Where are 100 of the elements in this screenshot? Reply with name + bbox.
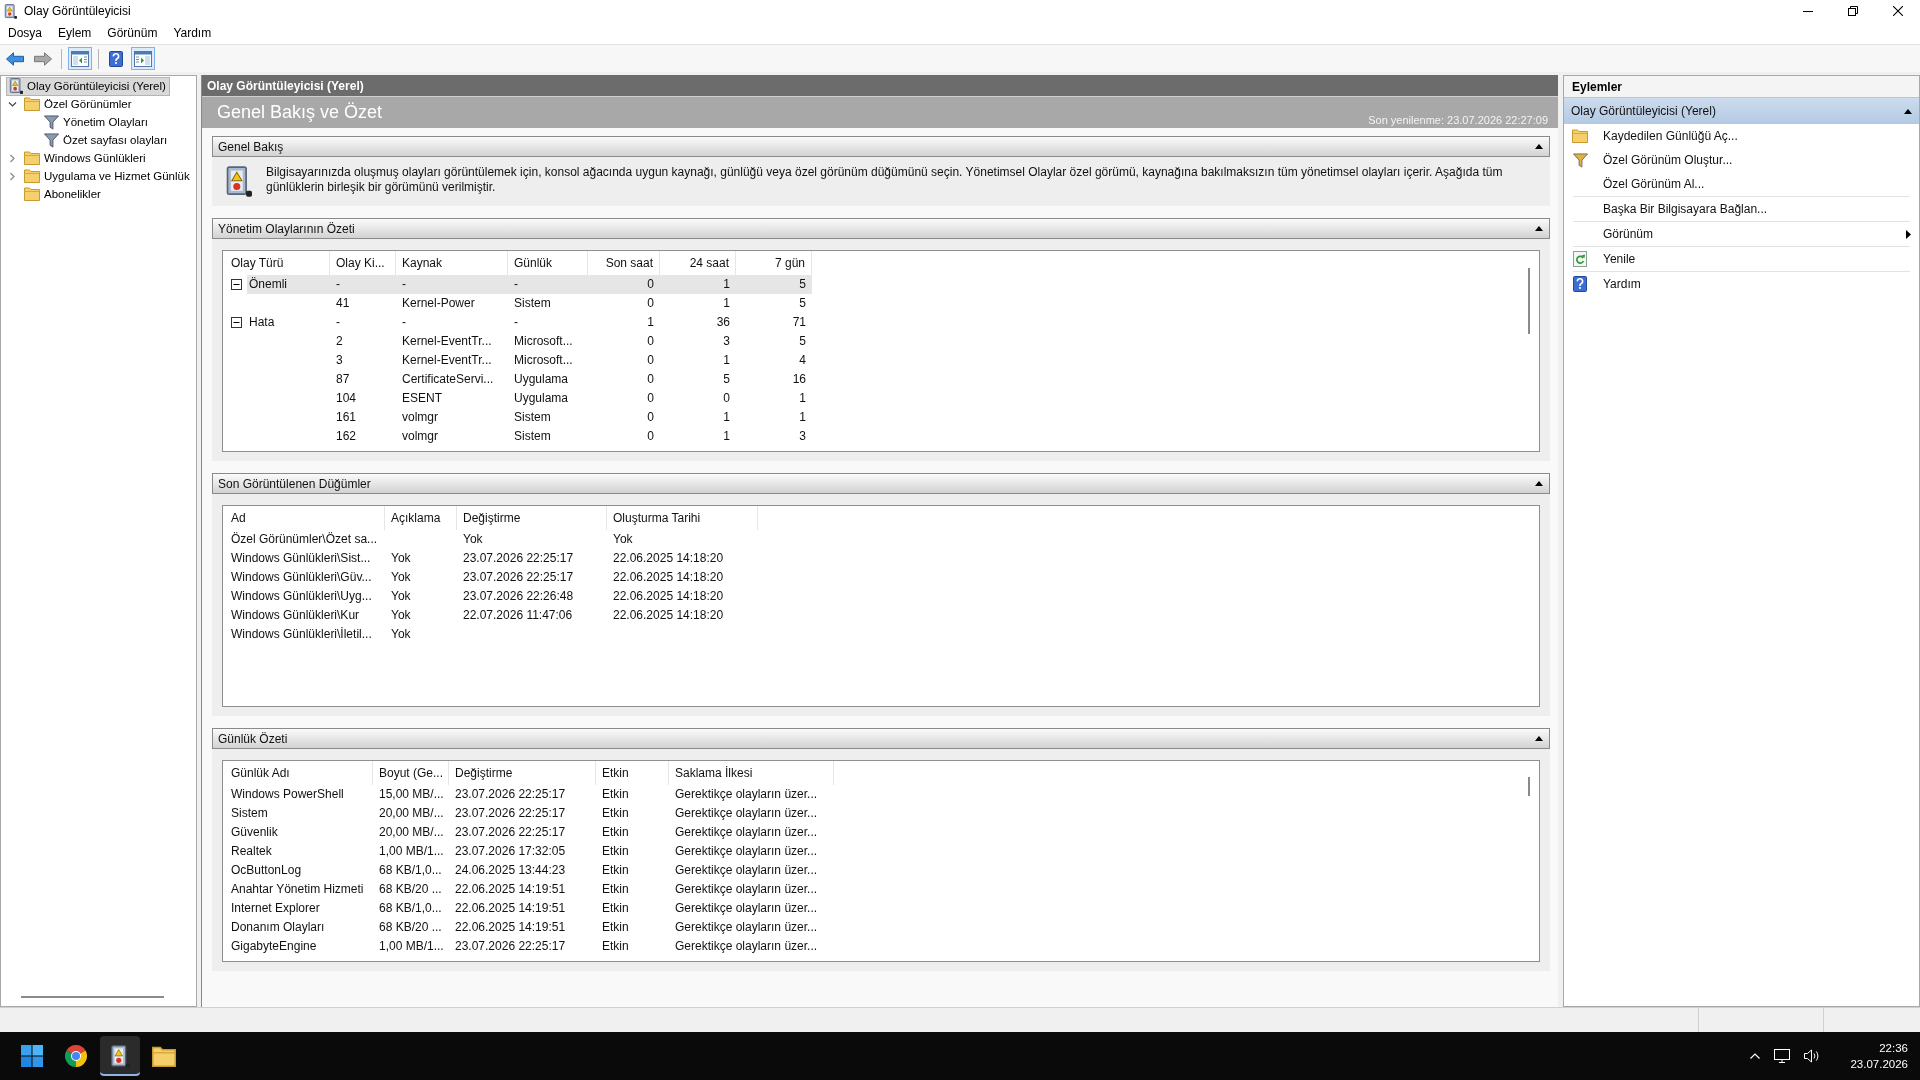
table-cell-text: 3 bbox=[722, 333, 731, 350]
table-cell-text: 0 bbox=[646, 276, 655, 293]
table-cell-text: 22.06.2025 14:19:51 bbox=[454, 900, 567, 917]
column-header[interactable]: Değiştirme bbox=[449, 761, 596, 785]
tree-item[interactable]: Uygulama ve Hizmet Günlük bbox=[21, 166, 194, 186]
tree-item[interactable]: Yönetim Olayları bbox=[41, 112, 152, 132]
table-cell-text: 1 bbox=[646, 314, 655, 331]
scrollbar[interactable] bbox=[21, 996, 164, 998]
action-item[interactable]: Özel Görünüm Oluştur... bbox=[1564, 148, 1919, 172]
table-cell-text: - bbox=[513, 276, 519, 293]
chevron-right-icon[interactable] bbox=[7, 171, 17, 181]
tree-item[interactable]: Özel Görünümler bbox=[21, 94, 136, 114]
table-cell-text: Yok bbox=[390, 550, 412, 567]
action-item[interactable]: Kaydedilen Günlüğü Aç... bbox=[1564, 124, 1919, 148]
menu-item[interactable]: Dosya bbox=[2, 23, 48, 43]
tree-item[interactable]: Windows Günlükleri bbox=[21, 148, 150, 168]
action-item[interactable]: Özel Görünüm Al... bbox=[1564, 172, 1919, 196]
table-row[interactable]: 2 Kernel-EventTr... Microsoft... 0 3 5 bbox=[247, 332, 812, 351]
table-cell-text: Gerektikçe olayların üzer... bbox=[674, 824, 819, 841]
action-group-header[interactable]: Olay Görüntüleyicisi (Yerel) bbox=[1564, 98, 1919, 124]
tree-item[interactable]: Olay Görüntüleyicisi (Yerel) bbox=[6, 76, 170, 96]
chevron-down-icon[interactable] bbox=[7, 99, 17, 109]
table-row[interactable]: Önemli - - - 0 1 5 bbox=[247, 275, 812, 294]
column-header[interactable]: Günlük Adı bbox=[225, 761, 373, 785]
caret-up-icon[interactable] bbox=[1904, 108, 1912, 114]
table-cell-text: Yok bbox=[390, 569, 412, 586]
taskbar-app[interactable] bbox=[100, 1036, 140, 1076]
chevron-up-icon[interactable] bbox=[1750, 1053, 1761, 1059]
action-pane-button[interactable] bbox=[131, 47, 155, 70]
table-cell-text: 1,00 MB/1... bbox=[378, 843, 445, 860]
minus-box-icon[interactable] bbox=[230, 279, 242, 290]
table-cell-text: volmgr bbox=[401, 409, 439, 426]
table-cell-text: 71 bbox=[791, 314, 807, 331]
table-cell-text: 20,00 MB/... bbox=[378, 805, 445, 822]
table-row[interactable]: 41 Kernel-Power Sistem 0 1 5 bbox=[247, 294, 812, 313]
action-item[interactable]: Görünüm bbox=[1564, 222, 1919, 246]
table-cell-text: 23.07.2026 22:25:17 bbox=[462, 569, 575, 586]
table-cell-text: Önemli bbox=[248, 276, 288, 293]
table-row[interactable]: 87 CertificateServi... Uygulama 0 5 16 bbox=[247, 370, 812, 389]
column-header[interactable]: Açıklama bbox=[385, 506, 457, 530]
panel-title: Eylemler bbox=[1564, 76, 1919, 98]
table-cell-text: CertificateServi... bbox=[401, 371, 495, 388]
table-cell-text: Etkin bbox=[601, 805, 630, 822]
console-tree-button[interactable] bbox=[68, 47, 92, 70]
menu-item[interactable]: Eylem bbox=[52, 23, 98, 43]
caret-up-icon[interactable] bbox=[1535, 144, 1543, 149]
action-item[interactable]: Yardım bbox=[1564, 272, 1919, 296]
table-row[interactable]: 162 volmgr Sistem 0 1 3 bbox=[247, 427, 812, 446]
column-header[interactable]: Oluşturma Tarihi bbox=[607, 506, 758, 530]
table-cell-text: Gerektikçe olayların üzer... bbox=[674, 805, 819, 822]
table-cell-text: Windows Günlükleri\İletil... bbox=[230, 626, 373, 643]
menu-item[interactable]: Yardım bbox=[167, 23, 218, 43]
table-cell-text: Microsoft... bbox=[513, 352, 574, 369]
table-cell-text: - bbox=[335, 314, 341, 331]
table-cell-text: - bbox=[401, 276, 407, 293]
table-row[interactable]: 161 volmgr Sistem 0 1 1 bbox=[247, 408, 812, 427]
tree-item[interactable]: Özet sayfası olayları bbox=[41, 130, 172, 150]
table-cell-text: 3 bbox=[335, 352, 344, 369]
action-item[interactable]: Yenile bbox=[1564, 247, 1919, 271]
table-cell-text: Yok bbox=[462, 531, 484, 548]
table-cell-text: - bbox=[513, 314, 519, 331]
scrollbar[interactable] bbox=[1528, 268, 1530, 334]
table-cell-text: Yok bbox=[390, 626, 412, 643]
table-cell-text: Anahtar Yönetim Hizmeti bbox=[230, 881, 365, 898]
table-row[interactable]: 3 Kernel-EventTr... Microsoft... 0 1 4 bbox=[247, 351, 812, 370]
folder-icon bbox=[24, 151, 40, 165]
table-cell-text: Sistem bbox=[230, 805, 269, 822]
table-cell-text: 4 bbox=[798, 352, 807, 369]
speaker-icon[interactable] bbox=[1804, 1049, 1821, 1063]
window-left-pane-icon bbox=[71, 50, 89, 67]
group-title: Olay Görüntüleyicisi (Yerel) bbox=[1571, 104, 1716, 118]
table-cell-text: 15,00 MB/... bbox=[378, 786, 445, 803]
pane-title: Olay Görüntüleyicisi (Yerel) bbox=[202, 75, 1558, 96]
table-cell-text: GigabyteEngine bbox=[230, 938, 318, 955]
menu-item[interactable]: Görünüm bbox=[101, 23, 164, 43]
column-header[interactable]: Saklama İlkesi bbox=[669, 761, 834, 785]
table-row[interactable]: 104 ESENT Uygulama 0 0 1 bbox=[247, 389, 812, 408]
chevron-right-icon[interactable] bbox=[7, 153, 17, 163]
minus-box-icon[interactable] bbox=[230, 317, 242, 328]
scrollbar[interactable] bbox=[1528, 777, 1530, 796]
table-cell-text: 68 KB/20 ... bbox=[378, 919, 443, 936]
table-cell-text: 1,00 MB/1... bbox=[378, 938, 445, 955]
monitor-icon[interactable] bbox=[1774, 1049, 1791, 1063]
caret-up-icon[interactable] bbox=[1535, 736, 1543, 741]
caret-up-icon[interactable] bbox=[1535, 481, 1543, 486]
column-header[interactable]: Etkin bbox=[596, 761, 669, 785]
column-header[interactable]: Ad bbox=[225, 506, 385, 530]
table-row[interactable]: Hata - - - 1 36 71 bbox=[247, 313, 812, 332]
help-icon bbox=[109, 50, 123, 67]
table-cell-text: 0 bbox=[646, 428, 655, 445]
table-cell-text: Windows Günlükleri\Uyg... bbox=[230, 588, 373, 605]
column-header[interactable]: Değiştirme bbox=[457, 506, 607, 530]
table-cell-text: 22.06.2025 14:18:20 bbox=[612, 550, 725, 567]
column-header[interactable]: Boyut (Ge... bbox=[373, 761, 449, 785]
action-item[interactable]: Başka Bir Bilgisayara Bağlan... bbox=[1564, 197, 1919, 221]
table-cell-text: Yok bbox=[390, 588, 412, 605]
four-tiles-icon bbox=[21, 1045, 43, 1067]
window-title: Olay Görüntüleyicisi bbox=[24, 4, 131, 18]
tree-item[interactable]: Abonelikler bbox=[21, 184, 105, 204]
caret-up-icon[interactable] bbox=[1535, 226, 1543, 231]
